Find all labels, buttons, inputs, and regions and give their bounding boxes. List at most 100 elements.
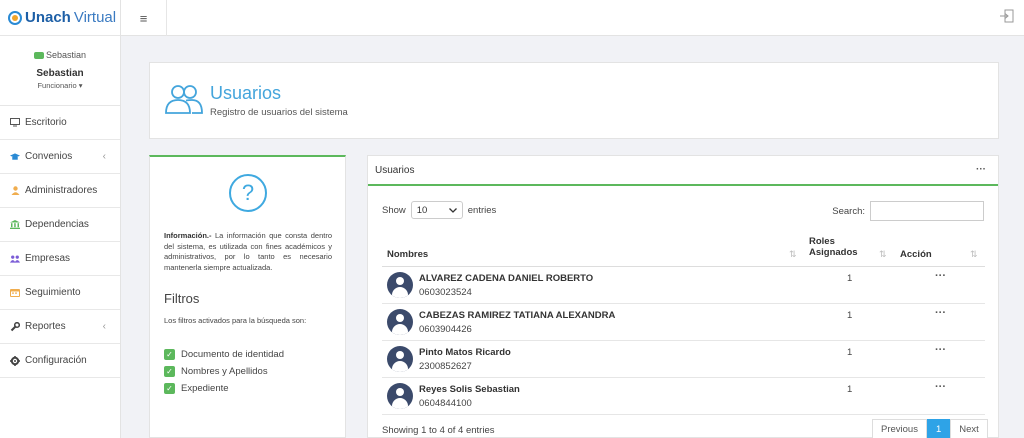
user-name: ALVAREZ CADENA DANIEL ROBERTO [419, 273, 594, 284]
info-panel: ? Información.- La información que const… [149, 155, 346, 438]
sort-icon: ⇅ [879, 249, 887, 259]
sidebar-item-administradores[interactable]: Administradores [0, 174, 120, 208]
sidebar-item-seguimiento[interactable]: Seguimiento [0, 276, 120, 310]
filter-nombres: ✓ Nombres y Apellidos [164, 365, 268, 377]
info-text: Información.- La información que consta … [164, 231, 332, 273]
user-document: 0603023524 [419, 287, 472, 298]
user-profile: Sebastian Sebastian Funcionario ▾ [0, 36, 120, 106]
user-roles-count: 1 [847, 384, 853, 395]
entries-value: 10 [416, 204, 428, 216]
users-icon [165, 85, 203, 114]
user-roles-count: 1 [847, 310, 853, 321]
table-row: CABEZAS RAMIREZ TATIANA ALEXANDRA 060390… [382, 304, 985, 341]
menu-toggle-button[interactable]: ≡ [121, 0, 167, 36]
sidebar-item-empresas[interactable]: Empresas [0, 242, 120, 276]
filter-label: Documento de identidad [181, 348, 284, 360]
page-subtitle: Registro de usuarios del sistema [210, 107, 348, 118]
card-menu-button[interactable]: ··· [976, 164, 986, 175]
user-roles-count: 1 [847, 273, 853, 284]
card-header: Usuarios ··· [368, 156, 998, 186]
search-label: Search: [832, 205, 865, 217]
sidebar-item-label: Dependencias [25, 219, 89, 230]
user-name: CABEZAS RAMIREZ TATIANA ALEXANDRA [419, 310, 616, 321]
sidebar-item-escritorio[interactable]: Escritorio [0, 106, 120, 140]
table-row: Pinto Matos Ricardo 2300852627 1 ··· [382, 341, 985, 378]
info-label: Información.- [164, 231, 212, 240]
sidebar-item-dependencias[interactable]: Dependencias [0, 208, 120, 242]
checkbox-checked-icon: ✓ [164, 348, 175, 360]
top-bar: ≡ [121, 0, 1024, 36]
user-name: Reyes Solis Sebastian [419, 384, 520, 395]
avatar [387, 272, 413, 298]
avatar [387, 309, 413, 335]
question-icon: ? [229, 174, 267, 212]
profile-name: Sebastian [36, 68, 84, 79]
chevron-left-icon: ‹ [102, 321, 106, 332]
page-title: Usuarios [210, 83, 282, 103]
column-header-nombres[interactable]: Nombres [387, 249, 428, 260]
sidebar-item-label: Seguimiento [25, 287, 81, 298]
graduation-cap-icon [10, 152, 20, 162]
user-document: 0604844100 [419, 398, 472, 409]
gear-icon [10, 355, 20, 366]
sidebar-item-reportes[interactable]: Reportes ‹ [0, 310, 120, 344]
show-label: Show [382, 204, 406, 216]
entries-label: entries [467, 204, 497, 216]
profile-image: Sebastian [0, 50, 120, 60]
row-actions-button[interactable]: ··· [935, 270, 946, 282]
sidebar-item-label: Escritorio [25, 117, 67, 128]
page-1-button[interactable]: 1 [926, 419, 951, 438]
row-actions-button[interactable]: ··· [935, 381, 946, 393]
filter-expediente: ✓ Expediente [164, 382, 229, 394]
filters-title: Filtros [164, 291, 200, 306]
sidebar-item-configuracion[interactable]: Configuración [0, 344, 120, 378]
table-row: Reyes Solis Sebastian 0604844100 1 ··· [382, 378, 985, 415]
sort-icon: ⇅ [789, 249, 797, 259]
table-info: Showing 1 to 4 of 4 entries [382, 425, 495, 436]
user-icon [10, 186, 20, 196]
card-title: Usuarios [375, 164, 415, 176]
sidebar-item-label: Configuración [25, 355, 87, 366]
users-icon [10, 254, 20, 264]
app-logo[interactable]: Unach Virtual [0, 0, 120, 36]
logo-text-bold: Unach [25, 9, 71, 26]
chevron-down-icon [448, 207, 457, 213]
users-table-card: Usuarios ··· Show 10 entries Search: Nom… [367, 155, 999, 438]
column-header-roles[interactable]: Roles Asignados [809, 236, 858, 258]
logo-text-light: Virtual [73, 9, 117, 26]
checkbox-checked-icon: ✓ [164, 365, 175, 377]
avatar [387, 346, 413, 372]
page-length-control: Show 10 entries [382, 201, 496, 219]
sidebar: Unach Virtual Sebastian Sebastian Funcio… [0, 0, 121, 438]
entries-select[interactable]: 10 [410, 201, 463, 219]
bank-icon [10, 220, 20, 230]
search-control: Search: [832, 201, 984, 221]
row-actions-button[interactable]: ··· [935, 344, 946, 356]
user-roles-count: 1 [847, 347, 853, 358]
row-actions-button[interactable]: ··· [935, 307, 946, 319]
filter-documento: ✓ Documento de identidad [164, 348, 284, 360]
user-name: Pinto Matos Ricardo [419, 347, 511, 358]
user-document: 2300852627 [419, 361, 472, 372]
profile-image-alt: Sebastian [45, 50, 87, 60]
logout-button[interactable] [1000, 9, 1014, 23]
sidebar-item-convenios[interactable]: Convenios ‹ [0, 140, 120, 174]
broken-image-icon [33, 51, 44, 59]
avatar [387, 383, 413, 409]
wrench-icon [10, 321, 20, 332]
column-header-roles-line1: Roles [809, 236, 835, 247]
checkbox-checked-icon: ✓ [164, 382, 175, 394]
sort-icon: ⇅ [970, 249, 978, 259]
profile-role-dropdown[interactable]: Funcionario ▾ [0, 81, 120, 90]
filter-label: Nombres y Apellidos [181, 365, 268, 377]
previous-page-button[interactable]: Previous [872, 419, 927, 438]
sign-out-icon [1000, 9, 1014, 23]
user-document: 0603904426 [419, 324, 472, 335]
hamburger-icon: ≡ [139, 10, 148, 26]
column-header-accion[interactable]: Acción [900, 249, 932, 260]
next-page-button[interactable]: Next [950, 419, 988, 438]
calendar-icon [10, 288, 20, 298]
pagination: Previous 1 Next [872, 419, 988, 438]
sidebar-item-label: Empresas [25, 253, 71, 264]
search-input[interactable] [870, 201, 984, 221]
